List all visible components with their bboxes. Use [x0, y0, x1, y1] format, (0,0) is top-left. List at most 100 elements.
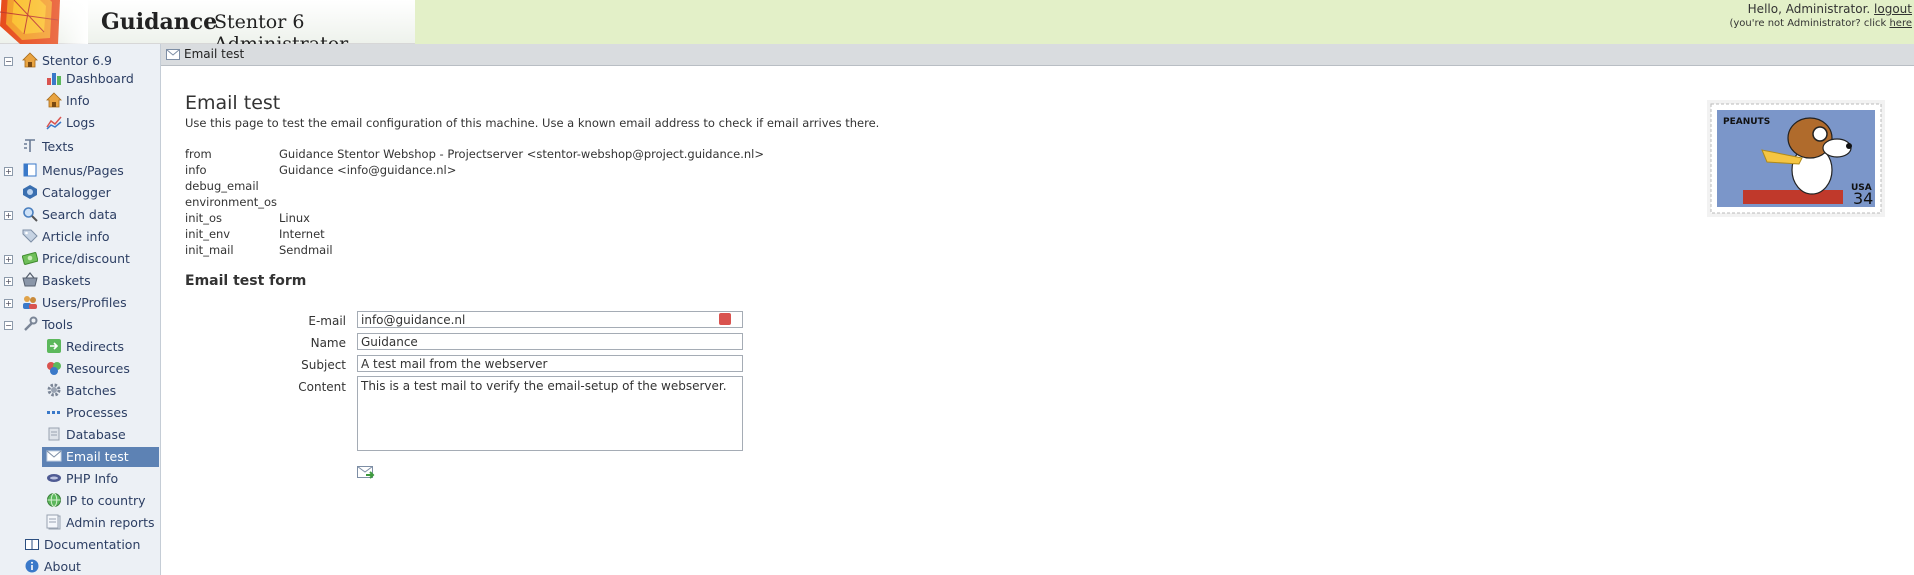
email-label: E-mail — [308, 314, 346, 328]
sidebar-item-label: Dashboard — [66, 71, 134, 86]
info-key: init_env — [185, 227, 231, 241]
sidebar-item-resources[interactable]: Resources — [46, 359, 130, 379]
info-key: environment_os — [185, 195, 278, 209]
line-chart-icon — [46, 114, 62, 130]
sidebar-item-menus-pages[interactable]: Menus/Pages — [22, 161, 124, 181]
sidebar-item-label: Email test — [66, 449, 129, 464]
sidebar-item-price-discount[interactable]: Price/discount — [21, 249, 130, 269]
sidebar-item-label: Database — [66, 427, 126, 442]
redirect-icon — [46, 338, 62, 354]
sidebar-item-label: About — [44, 559, 81, 574]
sidebar-item-about[interactable]: About — [24, 557, 81, 575]
sidebar-item-ip-to-country[interactable]: IP to country — [46, 491, 146, 511]
clear-field-icon[interactable] — [719, 313, 731, 325]
sidebar-item-stentor[interactable]: Stentor 6.9 — [22, 51, 112, 71]
sidebar-item-label: Users/Profiles — [42, 295, 127, 310]
sidebar-item-label: Catalogger — [42, 185, 111, 200]
sidebar-item-users-profiles[interactable]: Users/Profiles — [22, 293, 127, 313]
sidebar-item-label: Tools — [42, 317, 73, 332]
info-row: init_mail Sendmail — [185, 242, 764, 258]
sidebar-item-database[interactable]: Database — [46, 425, 126, 445]
home-icon — [46, 92, 62, 108]
expand-icon[interactable]: + — [4, 255, 13, 264]
expand-icon[interactable]: + — [4, 299, 13, 308]
text-icon — [22, 138, 38, 154]
sidebar-item-processes[interactable]: Processes — [46, 403, 128, 423]
info-row: environment_os — [185, 194, 764, 210]
config-info-table: from Guidance Stentor Webshop - Projectse… — [185, 146, 764, 258]
sidebar-item-logs[interactable]: Logs — [46, 113, 95, 133]
sidebar-item-label: Batches — [66, 383, 117, 398]
name-field[interactable] — [357, 333, 743, 350]
expand-icon[interactable]: + — [4, 211, 13, 220]
page-description: Use this page to test the email configur… — [185, 116, 880, 130]
mail-icon — [166, 49, 180, 63]
sidebar-item-label: Processes — [66, 405, 128, 420]
subject-label: Subject — [301, 358, 346, 372]
sidebar-item-php-info[interactable]: PHP Info — [46, 469, 118, 489]
sidebar-item-dashboard[interactable]: Dashboard — [46, 69, 134, 89]
info-icon — [24, 558, 40, 574]
header: Guidance Stentor 6 Administrator Hello, … — [0, 0, 1914, 55]
sidebar-item-admin-reports[interactable]: Admin reports — [46, 513, 155, 533]
titlebar-label: Email test — [184, 47, 245, 61]
sidebar: − Stentor 6.9 Dashboard Info Logs Texts … — [0, 44, 161, 575]
globe-icon — [46, 492, 62, 508]
expand-icon[interactable]: + — [4, 167, 13, 176]
switch-user-text: (you're not Administrator? click — [1729, 18, 1887, 29]
info-key: init_os — [185, 211, 222, 225]
brand-name: Guidance — [101, 9, 218, 35]
basket-icon — [22, 272, 38, 288]
sidebar-item-label: Search data — [42, 207, 118, 222]
info-value: Linux — [279, 211, 310, 225]
greeting-text: Hello, Administrator. — [1747, 2, 1871, 16]
sidebar-item-catalogger[interactable]: Catalogger — [22, 183, 111, 203]
info-value: Guidance Stentor Webshop - Projectserver… — [279, 147, 764, 161]
sidebar-item-search-data[interactable]: Search data — [22, 205, 117, 225]
mail-icon — [46, 448, 62, 464]
switch-user-link[interactable]: here — [1889, 18, 1912, 29]
book-icon — [24, 536, 40, 552]
sidebar-item-label: IP to country — [66, 493, 146, 508]
sidebar-item-label: Stentor 6.9 — [42, 53, 112, 68]
sidebar-item-baskets[interactable]: Baskets — [22, 271, 91, 291]
sidebar-item-tools[interactable]: Tools — [22, 315, 73, 335]
send-mail-button[interactable] — [357, 466, 375, 481]
gear-icon — [46, 382, 62, 398]
sidebar-item-documentation[interactable]: Documentation — [24, 535, 140, 555]
email-field[interactable] — [357, 311, 743, 328]
sidebar-item-label: Price/discount — [42, 251, 130, 266]
sidebar-item-article-info[interactable]: Article info — [22, 227, 110, 247]
sidebar-item-label: Admin reports — [66, 515, 155, 530]
sidebar-item-label: Resources — [66, 361, 130, 376]
tag-icon — [22, 228, 38, 244]
greeting: Hello, Administrator. logout — [1748, 2, 1912, 16]
sidebar-item-info[interactable]: Info — [46, 91, 90, 111]
info-key: info — [185, 163, 207, 177]
sidebar-item-label: PHP Info — [66, 471, 119, 486]
sidebar-item-batches[interactable]: Batches — [46, 381, 116, 401]
subject-field[interactable] — [357, 355, 743, 372]
name-label: Name — [310, 336, 346, 350]
content-textarea[interactable]: This is a test mail to verify the email-… — [357, 376, 743, 451]
users-icon — [22, 294, 38, 310]
info-row: info Guidance <info@guidance.nl> — [185, 162, 764, 178]
sidebar-item-label: Documentation — [44, 537, 141, 552]
sidebar-item-label: Redirects — [66, 339, 125, 354]
logo — [0, 0, 88, 44]
sidebar-item-email-test[interactable]: Email test — [42, 447, 159, 467]
sidebar-item-texts[interactable]: Texts — [22, 137, 74, 157]
info-value: Internet — [279, 227, 325, 241]
sidebar-item-redirects[interactable]: Redirects — [46, 337, 124, 357]
collapse-icon[interactable]: − — [4, 321, 13, 330]
sidebar-item-label: Baskets — [42, 273, 91, 288]
content-label: Content — [298, 380, 346, 394]
search-icon — [22, 206, 38, 222]
expand-icon[interactable]: + — [4, 277, 13, 286]
form-title: Email test form — [185, 273, 307, 289]
collapse-icon[interactable]: − — [4, 57, 13, 66]
info-row: init_env Internet — [185, 226, 764, 242]
logout-link[interactable]: logout — [1874, 2, 1912, 16]
money-icon — [21, 250, 39, 266]
bar-chart-icon — [46, 70, 62, 86]
